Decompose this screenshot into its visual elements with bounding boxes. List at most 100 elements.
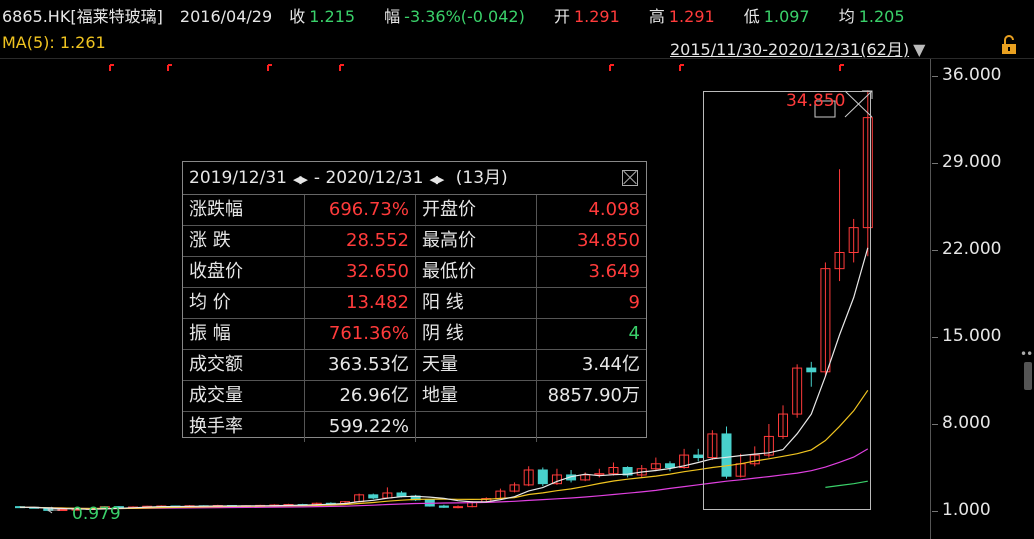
avg-value: 1.205: [858, 7, 905, 26]
stat-value: 3.44亿: [581, 354, 640, 375]
stat-value: 13.482: [305, 288, 416, 318]
panel-span: (13月): [455, 168, 508, 188]
stat-value: 9: [628, 292, 640, 313]
min-price-marker: 0.979: [72, 504, 121, 524]
stat-label: 振 幅: [183, 319, 305, 349]
axis-tick-label: 29.000: [942, 152, 1002, 172]
stat-value: 4.098: [588, 199, 640, 220]
change-field: 幅 -3.36%(-0.042): [384, 7, 537, 26]
avg-field: 均 1.205: [839, 7, 917, 26]
open-label: 开: [553, 7, 570, 26]
stats-row: 换手率 599.22%: [183, 412, 646, 442]
stat-label: 天量: [416, 350, 537, 380]
bar-date: 2016/04/29: [179, 7, 273, 26]
stat-label: 最高价: [416, 226, 537, 256]
date-range-text[interactable]: 2015/11/30-2020/12/31(62月): [670, 40, 909, 59]
close-value: 1.215: [309, 7, 356, 26]
stat-value: 4: [628, 323, 640, 344]
stats-row: 均 价 13.482 阳 线 9: [183, 288, 646, 319]
axis-tick-mark: [932, 424, 938, 425]
stat-value: 599.22%: [305, 412, 416, 442]
low-label: 低: [743, 7, 760, 26]
period-marker: [167, 64, 172, 71]
stat-label: [416, 412, 537, 442]
candle-body: [438, 505, 449, 508]
axis-tick-label: 36.000: [942, 65, 1002, 85]
axis-tick-mark: [932, 163, 938, 164]
low-value: 1.097: [763, 7, 810, 26]
stat-label: 阳 线: [416, 288, 537, 318]
stat-label: 最低价: [416, 257, 537, 287]
stat-value: 363.53亿: [305, 350, 416, 380]
stat-value: 761.36%: [305, 319, 416, 349]
axis-tick-label: 15.000: [942, 326, 1002, 346]
axis-tick-label: 22.000: [942, 239, 1002, 259]
axis-tick-label: 1.000: [942, 500, 991, 520]
period-marker: [339, 64, 344, 71]
stat-label: 均 价: [183, 288, 305, 318]
stat-label: 成交量: [183, 381, 305, 411]
stat-value: 26.96亿: [305, 381, 416, 411]
high-value: 1.291: [668, 7, 715, 26]
close-label: 收: [289, 7, 306, 26]
change-label: 幅: [384, 7, 401, 26]
axis-tick-mark: [932, 250, 938, 251]
high-label: 高: [648, 7, 665, 26]
stats-table: 涨跌幅 696.73% 开盘价 4.098 涨 跌 28.552 最高价 34.850 收盘价 3…: [183, 195, 646, 442]
interval-selection-box[interactable]: [703, 91, 871, 510]
low-field: 低 1.097: [744, 7, 822, 26]
close-icon[interactable]: [622, 170, 638, 186]
stat-value: 8857.90万: [547, 385, 640, 406]
period-marker: [609, 64, 614, 71]
quote-header: 6865.HK[福莱特玻璃] 2016/04/29 收 1.215 幅 -3.36%…: [2, 3, 929, 27]
dropdown-triangle-icon[interactable]: ▼: [913, 40, 925, 59]
symbol-label[interactable]: 6865.HK[福莱特玻璃]: [2, 7, 163, 26]
stats-row: 涨跌幅 696.73% 开盘价 4.098: [183, 195, 646, 226]
stat-label: 涨跌幅: [183, 195, 305, 225]
panel-header: 2019/12/31 ◀▶ - 2020/12/31 ◀▶ (13月): [183, 162, 646, 195]
stat-value: 3.649: [588, 261, 640, 282]
open-field: 开 1.291: [554, 7, 632, 26]
axis-tick-mark: [932, 337, 938, 338]
change-value: -3.36%(-0.042): [404, 7, 525, 26]
stat-label: 涨 跌: [183, 226, 305, 256]
stats-row: 涨 跌 28.552 最高价 34.850: [183, 226, 646, 257]
range-dash: -: [313, 168, 321, 188]
open-value: 1.291: [573, 7, 620, 26]
start-step-arrows-icon[interactable]: ◀▶: [293, 173, 308, 186]
max-price-marker: 34.850: [786, 91, 846, 111]
stats-row: 收盘价 32.650 最低价 3.649: [183, 257, 646, 288]
stat-value: [537, 412, 646, 442]
axis-tick-mark: [932, 76, 938, 77]
period-marker: [109, 64, 114, 71]
ma5-indicator[interactable]: MA(5): 1.261: [2, 33, 106, 52]
stat-label: 地量: [416, 381, 537, 411]
stat-label: 阴 线: [416, 319, 537, 349]
candle-body: [396, 492, 407, 497]
stat-label: 换手率: [183, 412, 305, 442]
panel-end-date[interactable]: 2020/12/31: [325, 168, 423, 188]
stat-value: 696.73%: [305, 195, 416, 225]
period-marker: [267, 64, 272, 71]
stats-row: 成交量 26.96亿 地量 8857.90万: [183, 381, 646, 412]
interval-stats-panel: 2019/12/31 ◀▶ - 2020/12/31 ◀▶ (13月) 涨跌幅 696.…: [182, 161, 647, 442]
price-axis-line: [930, 59, 931, 539]
more-options-icon[interactable]: •••: [1020, 347, 1034, 361]
axis-scroll-handle[interactable]: [1024, 362, 1032, 390]
period-marker: [679, 64, 684, 71]
candle-body: [537, 469, 548, 485]
candle-body: [453, 506, 464, 509]
stats-row: 成交额 363.53亿 天量 3.44亿: [183, 350, 646, 381]
lock-icon[interactable]: [1000, 35, 1018, 55]
date-range-selector[interactable]: 2015/11/30-2020/12/31(62月) ▼: [670, 36, 925, 60]
stat-label: 成交额: [183, 350, 305, 380]
period-marker: [839, 64, 844, 71]
stat-label: 收盘价: [183, 257, 305, 287]
end-step-arrows-icon[interactable]: ◀▶: [429, 173, 444, 186]
panel-start-date[interactable]: 2019/12/31: [189, 168, 287, 188]
avg-label: 均: [838, 7, 855, 26]
stats-row: 振 幅 761.36% 阴 线 4: [183, 319, 646, 350]
candle-body: [368, 494, 379, 499]
stat-value: 28.552: [305, 226, 416, 256]
stat-label: 开盘价: [416, 195, 537, 225]
